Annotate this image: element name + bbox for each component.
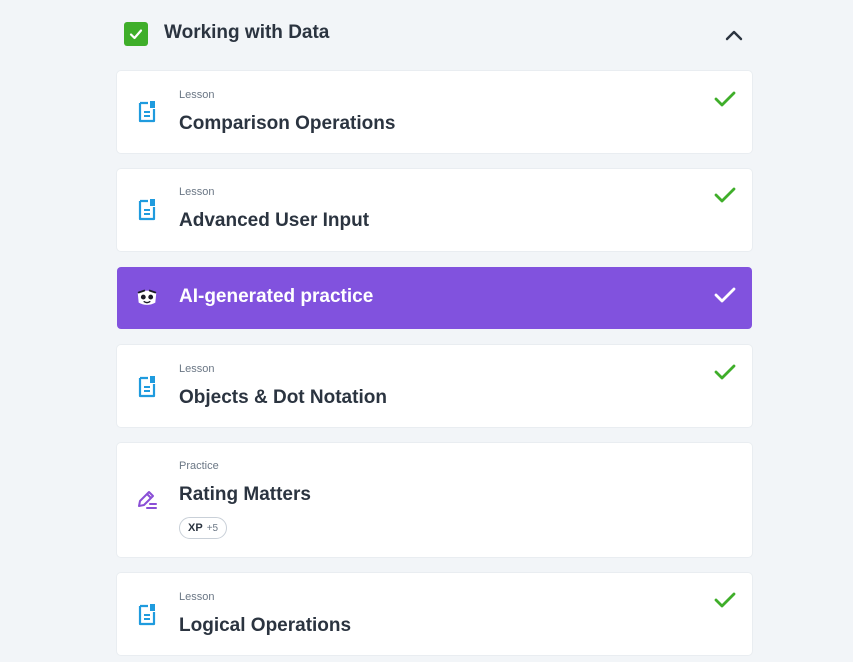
item-title: AI-generated practice: [179, 286, 374, 307]
xp-reward-badge: XP +5: [179, 517, 228, 539]
completed-check-icon: [714, 91, 736, 107]
practice-pencil-icon: [135, 487, 159, 513]
item-title: Objects & Dot Notation: [179, 387, 387, 408]
practice-item-rating-matters[interactable]: Practice Rating Matters XP +5: [117, 443, 752, 557]
item-kind-label: Lesson: [179, 591, 215, 603]
lesson-item-objects-dot-notation[interactable]: Lesson Objects & Dot Notation: [117, 345, 752, 427]
item-kind-label: Lesson: [179, 363, 215, 375]
xp-label: XP: [188, 522, 203, 534]
lesson-doc-icon: [135, 374, 159, 400]
ai-mascot-icon: [135, 285, 159, 311]
completed-check-icon: [714, 364, 736, 380]
item-kind-label: Lesson: [179, 186, 215, 198]
collapse-chevron-up-icon[interactable]: [722, 23, 746, 47]
section-header[interactable]: Working with Data: [117, 12, 752, 56]
lesson-doc-icon: [135, 99, 159, 125]
lesson-item-advanced-user-input[interactable]: Lesson Advanced User Input: [117, 169, 752, 251]
item-title: Comparison Operations: [179, 113, 396, 134]
item-kind-label: Practice: [179, 460, 219, 472]
lesson-item-logical-operations[interactable]: Lesson Logical Operations: [117, 573, 752, 655]
lesson-doc-icon: [135, 197, 159, 223]
completed-check-icon: [714, 592, 736, 608]
completed-check-icon: [714, 287, 736, 303]
item-title: Advanced User Input: [179, 210, 370, 231]
ai-practice-item[interactable]: AI-generated practice: [117, 267, 752, 329]
section-title: Working with Data: [164, 22, 330, 43]
item-title: Rating Matters: [179, 484, 311, 505]
section-complete-check-icon: [124, 22, 148, 46]
lesson-doc-icon: [135, 602, 159, 628]
xp-value: +5: [206, 522, 219, 534]
item-title: Logical Operations: [179, 615, 352, 636]
completed-check-icon: [714, 187, 736, 203]
lesson-item-comparison-operations[interactable]: Lesson Comparison Operations: [117, 71, 752, 153]
item-kind-label: Lesson: [179, 89, 215, 101]
